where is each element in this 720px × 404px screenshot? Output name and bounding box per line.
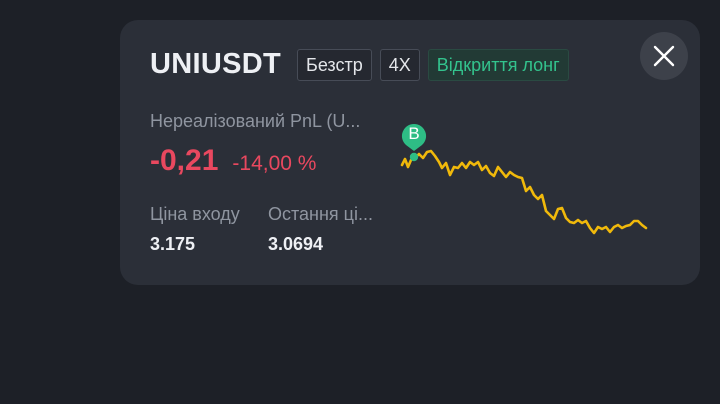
last-price-label: Остання ці... [268, 204, 373, 224]
pnl-label: Нереалізований PnL (U... [150, 111, 361, 131]
price-sparkline: B [400, 123, 648, 235]
entry-price-value: 3.175 [150, 234, 196, 254]
buy-marker-label: B [408, 124, 419, 143]
price-line [400, 149, 648, 235]
last-price-value: 3.0694 [268, 234, 324, 254]
pnl-value: -0,21 [150, 144, 219, 177]
position-header: UNIUSDT Безстр 4X Відкриття лонг [150, 48, 577, 81]
pnl-row: -0,21 -14,00 % [150, 144, 316, 178]
tag-leverage: 4X [379, 48, 420, 81]
tag-perpetual: Безстр [297, 48, 372, 81]
entry-price-label: Ціна входу [150, 204, 240, 224]
position-symbol: UNIUSDT [150, 48, 281, 80]
close-button[interactable] [640, 32, 688, 80]
buy-marker-dot [409, 152, 419, 162]
tag-open-long: Відкриття лонг [427, 48, 569, 81]
close-icon [653, 45, 675, 67]
pnl-percent: -14,00 % [232, 152, 317, 175]
position-card: UNIUSDT Безстр 4X Відкриття лонг Нереалі… [120, 20, 700, 285]
